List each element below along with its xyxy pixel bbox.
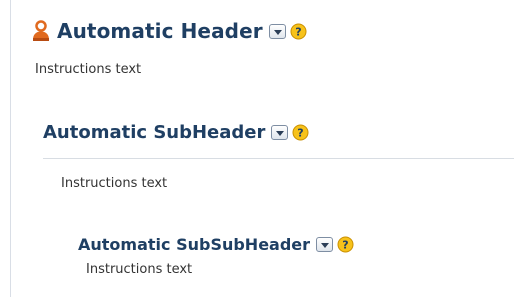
subsubheader-instructions: Instructions text <box>86 262 193 277</box>
automatic-header: Automatic Header ? <box>31 17 307 45</box>
svg-text:?: ? <box>342 238 348 251</box>
automatic-subheader: Automatic SubHeader ? <box>43 119 309 145</box>
left-border-rule <box>10 0 11 297</box>
help-icon[interactable]: ? <box>337 236 354 253</box>
svg-text:?: ? <box>298 126 304 139</box>
subheader-title: Automatic SubHeader <box>43 121 266 143</box>
help-icon[interactable]: ? <box>290 23 307 40</box>
subheader-instructions: Instructions text <box>61 176 168 191</box>
header-title: Automatic Header <box>57 19 263 43</box>
person-icon <box>31 20 51 42</box>
subheader-divider <box>43 158 514 159</box>
subsubheader-title: Automatic SubSubHeader <box>78 234 311 254</box>
automatic-subsubheader: Automatic SubSubHeader ? <box>78 233 354 255</box>
dropdown-arrow-icon[interactable] <box>268 23 286 39</box>
header-instructions: Instructions text <box>35 62 142 77</box>
help-icon[interactable]: ? <box>292 124 309 141</box>
dropdown-arrow-icon[interactable] <box>316 236 334 252</box>
dropdown-arrow-icon[interactable] <box>271 124 289 140</box>
svg-text:?: ? <box>295 25 301 38</box>
